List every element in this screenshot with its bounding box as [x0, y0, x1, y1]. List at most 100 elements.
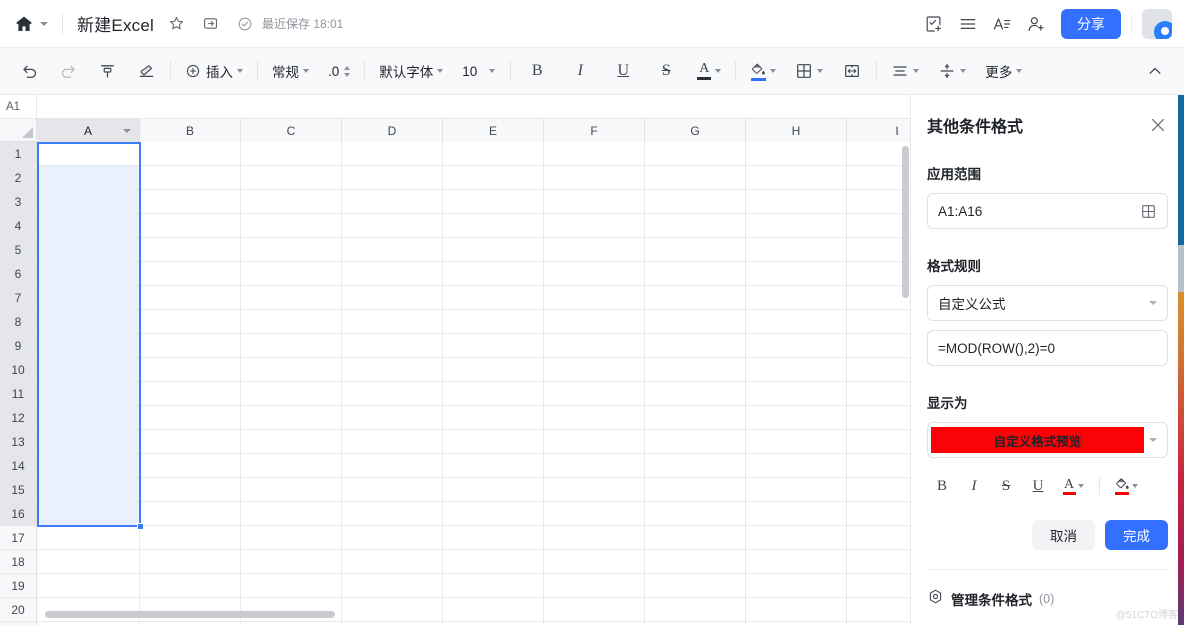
- cell-E16[interactable]: [443, 502, 544, 526]
- fill-color-button[interactable]: [745, 56, 781, 86]
- cell-E4[interactable]: [443, 214, 544, 238]
- column-header-A[interactable]: A: [37, 119, 140, 142]
- cell-F13[interactable]: [544, 430, 645, 454]
- cell-F2[interactable]: [544, 166, 645, 190]
- cell-C14[interactable]: [241, 454, 342, 478]
- cell-G4[interactable]: [645, 214, 746, 238]
- cell-G19[interactable]: [645, 574, 746, 598]
- cell-D18[interactable]: [342, 550, 443, 574]
- cell-B6[interactable]: [140, 262, 241, 286]
- cell-B10[interactable]: [140, 358, 241, 382]
- cell-H18[interactable]: [746, 550, 847, 574]
- cell-F18[interactable]: [544, 550, 645, 574]
- row-header-15[interactable]: 15: [0, 478, 37, 502]
- cell-G11[interactable]: [645, 382, 746, 406]
- cell-A18[interactable]: [37, 550, 140, 574]
- cell-A19[interactable]: [37, 574, 140, 598]
- cell-D20[interactable]: [342, 598, 443, 622]
- cell-F1[interactable]: [544, 142, 645, 166]
- merge-cells-button[interactable]: [837, 56, 867, 86]
- cell-E18[interactable]: [443, 550, 544, 574]
- bold-button[interactable]: B: [520, 56, 554, 86]
- cell-F6[interactable]: [544, 262, 645, 286]
- cell-I3[interactable]: [847, 190, 910, 214]
- cell-D1[interactable]: [342, 142, 443, 166]
- row-header-9[interactable]: 9: [0, 334, 37, 358]
- cell-G3[interactable]: [645, 190, 746, 214]
- cell-B16[interactable]: [140, 502, 241, 526]
- cell-C1[interactable]: [241, 142, 342, 166]
- font-size-menu[interactable]: 10: [457, 56, 501, 86]
- stepper-arrows-icon[interactable]: [344, 65, 351, 77]
- cell-D10[interactable]: [342, 358, 443, 382]
- confirm-button[interactable]: 完成: [1105, 520, 1168, 550]
- formula-input[interactable]: [37, 95, 910, 118]
- fill-color-button[interactable]: [1108, 472, 1144, 500]
- cell-F9[interactable]: [544, 334, 645, 358]
- cell-C12[interactable]: [241, 406, 342, 430]
- cell-B5[interactable]: [140, 238, 241, 262]
- cell-A8[interactable]: [37, 310, 140, 334]
- cell-B4[interactable]: [140, 214, 241, 238]
- cell-E13[interactable]: [443, 430, 544, 454]
- cell-A3[interactable]: [37, 190, 140, 214]
- cell-B19[interactable]: [140, 574, 241, 598]
- row-header-1[interactable]: 1: [0, 142, 37, 166]
- cell-F3[interactable]: [544, 190, 645, 214]
- cell-E2[interactable]: [443, 166, 544, 190]
- cell-C11[interactable]: [241, 382, 342, 406]
- hamburger-menu-icon[interactable]: [951, 7, 985, 41]
- cell-A14[interactable]: [37, 454, 140, 478]
- cell-G14[interactable]: [645, 454, 746, 478]
- strikethrough-button[interactable]: S: [991, 472, 1021, 500]
- redo-button[interactable]: [53, 56, 83, 86]
- row-header-16[interactable]: 16: [0, 502, 37, 526]
- row-header-4[interactable]: 4: [0, 214, 37, 238]
- cell-A7[interactable]: [37, 286, 140, 310]
- cell-D14[interactable]: [342, 454, 443, 478]
- cell-D19[interactable]: [342, 574, 443, 598]
- cell-E1[interactable]: [443, 142, 544, 166]
- horizontal-scrollbar[interactable]: [45, 611, 335, 618]
- cell-C5[interactable]: [241, 238, 342, 262]
- cell-G1[interactable]: [645, 142, 746, 166]
- cell-A4[interactable]: [37, 214, 140, 238]
- cell-A12[interactable]: [37, 406, 140, 430]
- cell-D12[interactable]: [342, 406, 443, 430]
- cell-A1[interactable]: [37, 142, 140, 166]
- cell-C18[interactable]: [241, 550, 342, 574]
- manage-conditional-format-link[interactable]: 管理条件格式 (0): [927, 569, 1168, 610]
- cell-G12[interactable]: [645, 406, 746, 430]
- cell-G9[interactable]: [645, 334, 746, 358]
- cell-I11[interactable]: [847, 382, 910, 406]
- row-header-8[interactable]: 8: [0, 310, 37, 334]
- cell-F11[interactable]: [544, 382, 645, 406]
- cell-F5[interactable]: [544, 238, 645, 262]
- cell-H2[interactable]: [746, 166, 847, 190]
- insert-menu[interactable]: 插入: [180, 56, 248, 86]
- cell-E11[interactable]: [443, 382, 544, 406]
- close-icon[interactable]: [1148, 115, 1168, 135]
- cell-F4[interactable]: [544, 214, 645, 238]
- cell-F20[interactable]: [544, 598, 645, 622]
- cell-B18[interactable]: [140, 550, 241, 574]
- star-icon[interactable]: [166, 13, 188, 35]
- selection-fill-handle[interactable]: [137, 523, 144, 530]
- cell-C17[interactable]: [241, 526, 342, 550]
- row-header-13[interactable]: 13: [0, 430, 37, 454]
- cell-E17[interactable]: [443, 526, 544, 550]
- cell-G20[interactable]: [645, 598, 746, 622]
- cell-B8[interactable]: [140, 310, 241, 334]
- row-header-14[interactable]: 14: [0, 454, 37, 478]
- cell-A16[interactable]: [37, 502, 140, 526]
- cell-C9[interactable]: [241, 334, 342, 358]
- cell-H10[interactable]: [746, 358, 847, 382]
- row-header-10[interactable]: 10: [0, 358, 37, 382]
- cell-B2[interactable]: [140, 166, 241, 190]
- column-header-B[interactable]: B: [140, 119, 241, 142]
- cell-I17[interactable]: [847, 526, 910, 550]
- cell-C15[interactable]: [241, 478, 342, 502]
- cell-G13[interactable]: [645, 430, 746, 454]
- cell-F8[interactable]: [544, 310, 645, 334]
- cell-E9[interactable]: [443, 334, 544, 358]
